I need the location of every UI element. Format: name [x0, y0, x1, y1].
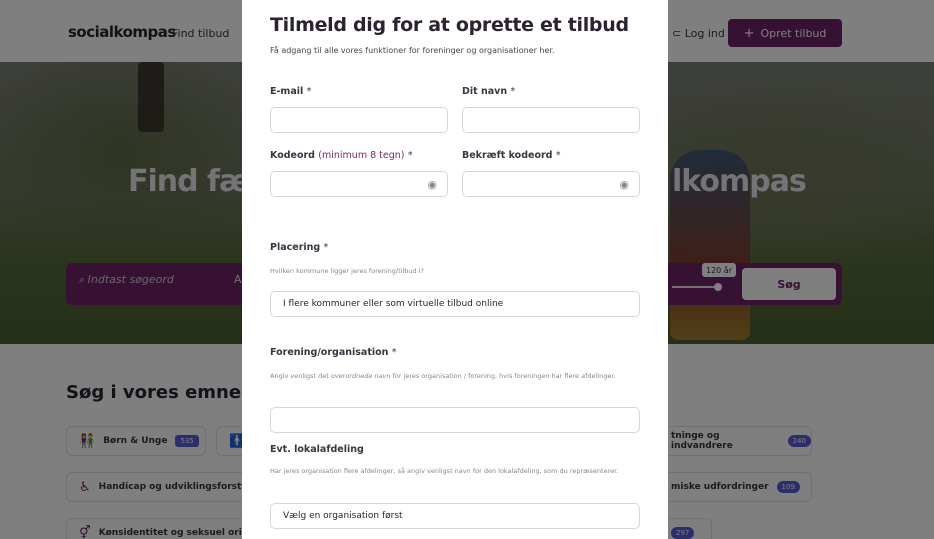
password-field[interactable]: ◉: [270, 171, 448, 197]
organisation-label: Forening/organisation *: [270, 347, 397, 358]
modal-subtitle: Få adgang til alle vores funktioner for …: [270, 46, 555, 55]
local-department-select[interactable]: Vælg en organisation først: [270, 503, 640, 529]
modal-title: Tilmeld dig for at oprette et tilbud: [270, 14, 629, 36]
location-help: Hvilken kommune ligger jeres forening/ti…: [270, 267, 424, 275]
local-department-label: Evt. lokalafdeling: [270, 444, 364, 455]
eye-icon[interactable]: ◉: [427, 178, 437, 191]
location-select[interactable]: I flere kommuner eller som virtuelle til…: [270, 291, 640, 317]
email-label: E-mail *: [270, 86, 312, 97]
name-label: Dit navn *: [462, 86, 516, 97]
location-label: Placering *: [270, 242, 329, 253]
signup-modal: Tilmeld dig for at oprette et tilbud Få …: [242, 0, 668, 539]
name-field[interactable]: [462, 107, 640, 133]
organisation-field[interactable]: [270, 407, 640, 433]
local-department-help: Har jeres organisation flere afdelinger,…: [270, 467, 619, 475]
password-label: Kodeord (minimum 8 tegn) *: [270, 150, 413, 161]
email-field[interactable]: [270, 107, 448, 133]
confirm-password-label: Bekræft kodeord *: [462, 150, 561, 161]
organisation-help: Angiv venligst det overordnede navn for …: [270, 372, 616, 380]
confirm-password-field[interactable]: ◉: [462, 171, 640, 197]
eye-icon[interactable]: ◉: [619, 178, 629, 191]
